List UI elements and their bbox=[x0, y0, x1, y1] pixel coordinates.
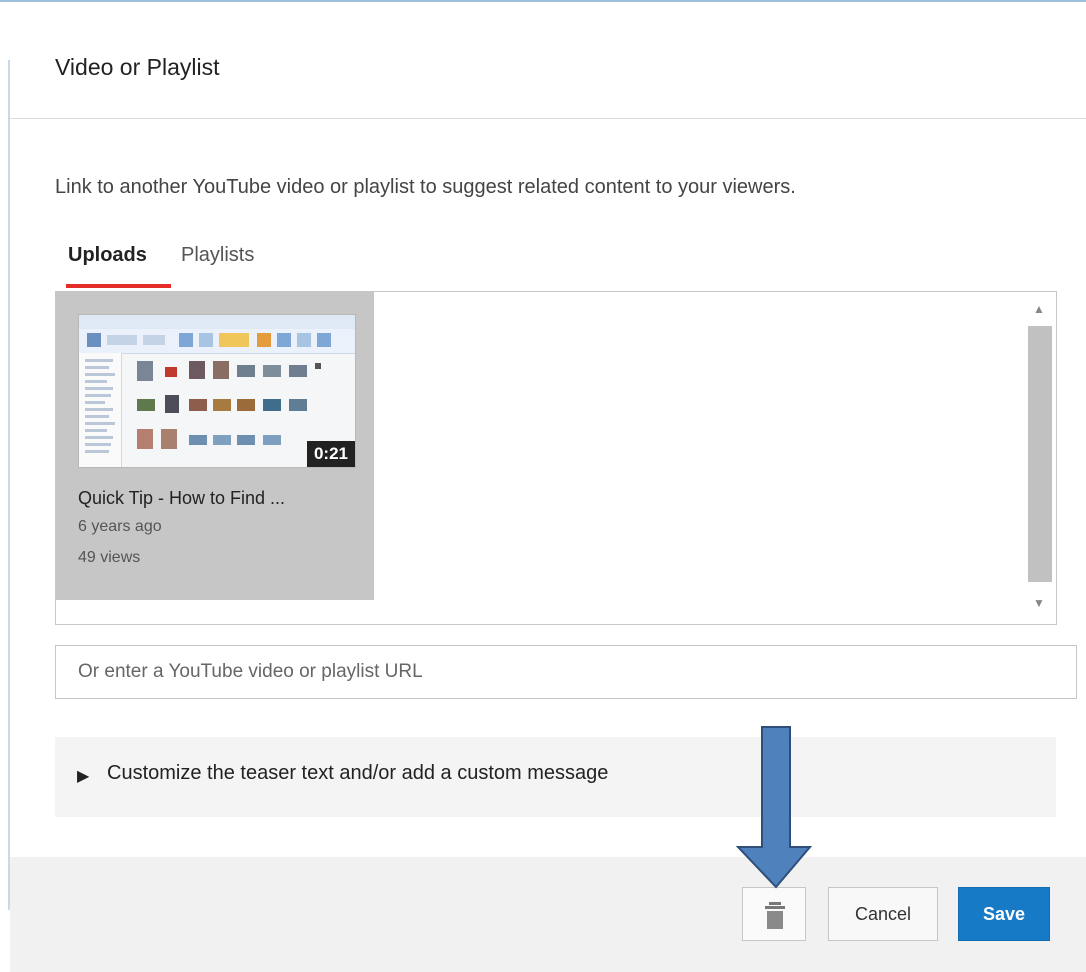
video-url-input[interactable] bbox=[55, 645, 1077, 699]
video-title: Quick Tip - How to Find ... bbox=[78, 488, 286, 508]
scroll-up-arrow-icon[interactable]: ▲ bbox=[1022, 294, 1056, 324]
tab-uploads[interactable]: Uploads bbox=[60, 240, 155, 270]
window-top-border bbox=[0, 0, 1086, 2]
delete-button[interactable] bbox=[742, 887, 806, 941]
cancel-button[interactable]: Cancel bbox=[828, 887, 938, 941]
video-thumbnail: 0:21 bbox=[78, 314, 356, 468]
teaser-expander-label: Customize the teaser text and/or add a c… bbox=[107, 762, 609, 784]
window-left-border bbox=[8, 60, 10, 910]
expand-triangle-icon: ▶ bbox=[77, 768, 90, 785]
video-view-count: 49 views bbox=[78, 549, 141, 566]
video-card[interactable]: 0:21 Quick Tip - How to Find ... 6 years… bbox=[56, 292, 374, 600]
title-divider bbox=[10, 118, 1086, 119]
save-button[interactable]: Save bbox=[958, 887, 1050, 941]
scroll-down-arrow-icon[interactable]: ▼ bbox=[1022, 588, 1056, 618]
video-duration-badge: 0:21 bbox=[306, 441, 355, 467]
thumbnail-window-ribbon bbox=[79, 315, 355, 329]
trash-icon bbox=[765, 902, 785, 929]
thumbnail-folder-tree bbox=[79, 353, 122, 467]
active-tab-indicator bbox=[66, 284, 171, 288]
annotation-down-arrow bbox=[735, 726, 813, 889]
uploads-list-panel: 0:21 Quick Tip - How to Find ... 6 years… bbox=[55, 291, 1057, 625]
scroll-thumb[interactable] bbox=[1028, 326, 1052, 582]
video-upload-age: 6 years ago bbox=[78, 518, 162, 535]
dialog-title: Video or Playlist bbox=[55, 54, 220, 80]
dialog-description: Link to another YouTube video or playlis… bbox=[55, 176, 796, 198]
teaser-expander[interactable]: ▶ Customize the teaser text and/or add a… bbox=[55, 737, 1056, 817]
list-scrollbar[interactable]: ▲ ▼ bbox=[1022, 292, 1056, 624]
thumbnail-toolbar bbox=[79, 329, 355, 354]
dialog-footer: Cancel Save bbox=[10, 857, 1086, 972]
tab-playlists[interactable]: Playlists bbox=[173, 240, 262, 270]
